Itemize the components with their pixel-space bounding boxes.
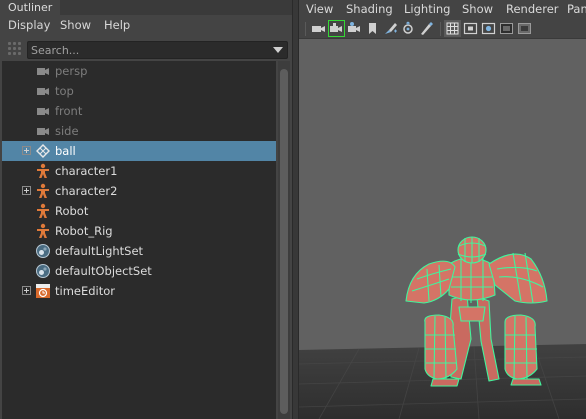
tree-item-label: character1 xyxy=(55,164,118,178)
outliner-tree: persp top front side ball character1 cha… xyxy=(2,61,276,419)
tree-item-top[interactable]: top xyxy=(2,81,276,101)
camera-attributes-icon[interactable] xyxy=(328,20,345,37)
tree-item-robot[interactable]: Robot xyxy=(2,201,276,221)
tree-item-front[interactable]: front xyxy=(2,101,276,121)
panel-splitter[interactable] xyxy=(292,0,299,419)
camera-icon xyxy=(35,83,51,99)
character-icon xyxy=(35,223,51,239)
tree-item-label: side xyxy=(55,124,79,138)
camera-icon xyxy=(35,103,51,119)
expand-icon[interactable] xyxy=(22,186,31,195)
outliner-tab-bar: Outliner xyxy=(0,0,292,15)
tree-item-label: top xyxy=(55,84,74,98)
scrollbar-thumb[interactable] xyxy=(280,69,288,414)
menu-show[interactable]: Show xyxy=(60,18,91,32)
menu-shading[interactable]: Shading xyxy=(346,2,393,16)
toolbar-separator xyxy=(440,22,441,36)
tree-item-ball[interactable]: ball xyxy=(2,141,276,161)
menu-help[interactable]: Help xyxy=(104,18,130,32)
tree-item-label: front xyxy=(55,104,83,118)
menu-show[interactable]: Show xyxy=(462,2,493,16)
menu-view[interactable]: View xyxy=(306,2,333,16)
tree-item-side[interactable]: side xyxy=(2,121,276,141)
tree-item-label: defaultLightSet xyxy=(55,244,144,258)
outliner-tab[interactable]: Outliner xyxy=(0,0,60,15)
resolution-gate-icon[interactable] xyxy=(480,20,497,37)
tree-item-default-light-set[interactable]: defaultLightSet xyxy=(2,241,276,261)
menu-display[interactable]: Display xyxy=(8,18,50,32)
gate-mask-icon[interactable] xyxy=(498,20,515,37)
viewport-3d-scene[interactable] xyxy=(299,39,586,419)
expand-icon[interactable] xyxy=(22,146,31,155)
bookmarks-icon[interactable] xyxy=(346,20,363,37)
character-icon xyxy=(35,183,51,199)
nurbs-sphere-icon xyxy=(35,143,51,159)
search-options-dropdown-icon[interactable] xyxy=(273,47,283,53)
field-chart-icon[interactable] xyxy=(516,20,533,37)
camera-icon xyxy=(35,63,51,79)
tree-item-label: defaultObjectSet xyxy=(55,264,152,278)
tree-item-character1[interactable]: character1 xyxy=(2,161,276,181)
select-camera-icon[interactable] xyxy=(310,20,327,37)
outliner-panel: Outliner Display Show Help persp top xyxy=(0,0,292,419)
character-icon xyxy=(35,163,51,179)
tree-item-character2[interactable]: character2 xyxy=(2,181,276,201)
tree-item-label: Robot xyxy=(55,204,89,218)
image-plane-icon[interactable] xyxy=(364,20,381,37)
tree-item-label: Robot_Rig xyxy=(55,224,113,238)
viewport-menu-bar: View Shading Lighting Show Renderer Pan xyxy=(299,0,586,19)
character-icon xyxy=(35,203,51,219)
camera-icon xyxy=(35,123,51,139)
toolbar-separator xyxy=(305,22,306,36)
scene-canvas xyxy=(299,236,586,419)
outliner-scrollbar[interactable] xyxy=(278,61,290,419)
set-icon xyxy=(35,243,51,259)
tree-item-time-editor[interactable]: timeEditor xyxy=(2,281,276,301)
isolate-icon[interactable] xyxy=(418,20,435,37)
search-input[interactable] xyxy=(31,43,261,57)
film-gate-icon[interactable] xyxy=(462,20,479,37)
tree-item-default-object-set[interactable]: defaultObjectSet xyxy=(2,261,276,281)
grid-icon[interactable] xyxy=(444,20,461,37)
drag-grip-icon[interactable] xyxy=(8,42,22,56)
tree-item-robot-rig[interactable]: Robot_Rig xyxy=(2,221,276,241)
grease-pencil-icon[interactable] xyxy=(382,20,399,37)
search-field xyxy=(27,41,288,59)
expand-icon[interactable] xyxy=(22,286,31,295)
tree-item-label: timeEditor xyxy=(55,284,116,298)
set-icon xyxy=(35,263,51,279)
outliner-menu-bar: Display Show Help xyxy=(0,15,292,37)
menu-panels[interactable]: Pan xyxy=(567,2,586,16)
tree-item-label: character2 xyxy=(55,184,118,198)
menu-renderer[interactable]: Renderer xyxy=(506,2,559,16)
tree-item-label: ball xyxy=(55,144,76,158)
2d-pan-zoom-icon[interactable] xyxy=(400,20,417,37)
menu-lighting[interactable]: Lighting xyxy=(404,2,450,16)
time-editor-icon xyxy=(35,283,51,299)
search-row xyxy=(0,39,292,61)
tree-item-persp[interactable]: persp xyxy=(2,61,276,81)
viewport-toolbar xyxy=(299,19,586,39)
viewport-panel: View Shading Lighting Show Renderer Pan xyxy=(299,0,586,419)
tree-item-label: persp xyxy=(55,64,88,78)
